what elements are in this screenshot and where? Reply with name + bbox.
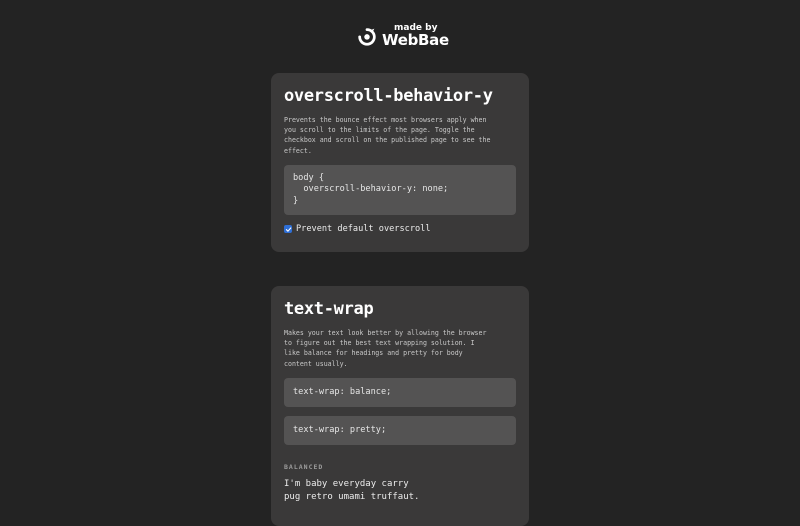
- webbae-logo[interactable]: made by WebBae: [356, 24, 449, 48]
- code-block: body { overscroll-behavior-y: none; }: [284, 164, 516, 216]
- overscroll-card: overscroll-behavior-y Prevents the bounc…: [271, 73, 529, 252]
- prevent-overscroll-toggle[interactable]: Prevent default overscroll: [284, 224, 516, 234]
- logo-brand-name: WebBae: [382, 31, 449, 49]
- code-block-balance: text-wrap: balance;: [284, 377, 516, 407]
- checkmark-icon: [285, 227, 291, 232]
- sample-line: I'm baby everyday carry: [284, 478, 409, 489]
- card-title: text-wrap: [284, 299, 374, 319]
- webbae-bird-icon: [358, 28, 376, 46]
- text-wrap-card: text-wrap Makes your text look better by…: [271, 286, 529, 526]
- balanced-label: BALANCED: [284, 462, 324, 471]
- card-description: Prevents the bounce effect most browsers…: [284, 116, 491, 155]
- sample-line: pug retro umami truffaut.: [284, 491, 420, 502]
- prevent-overscroll-checkbox[interactable]: [284, 225, 292, 234]
- code-text: text-wrap: pretty;: [293, 424, 387, 435]
- code-text: text-wrap: balance;: [293, 386, 392, 397]
- card-title: overscroll-behavior-y: [284, 86, 493, 106]
- code-block-pretty: text-wrap: pretty;: [284, 415, 516, 445]
- checkbox-label: Prevent default overscroll: [296, 224, 431, 235]
- card-description: Makes your text look better by allowing …: [284, 329, 487, 368]
